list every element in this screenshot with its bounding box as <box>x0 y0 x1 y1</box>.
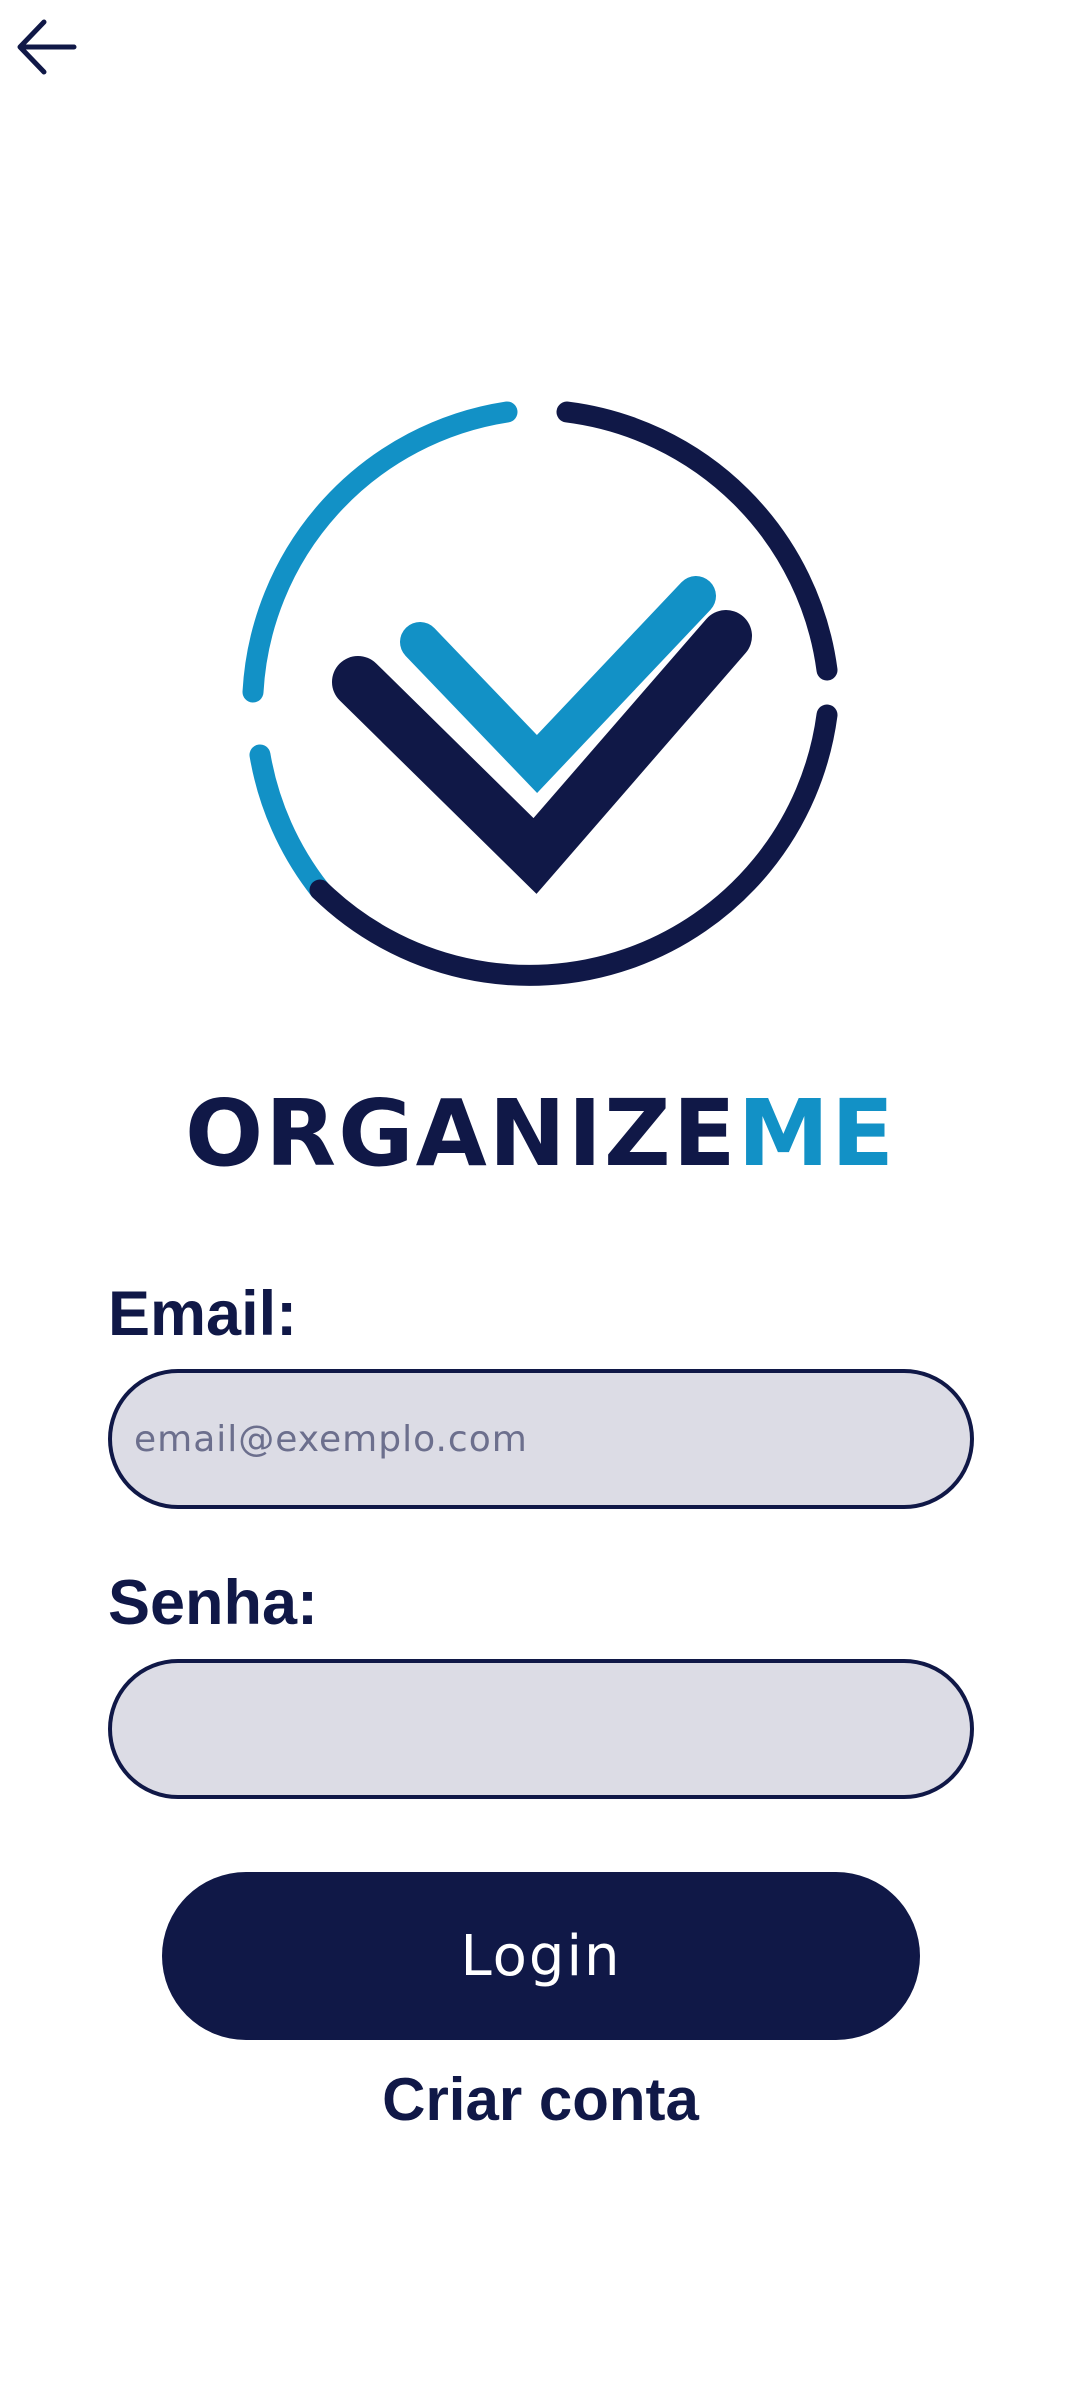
checkmark-circle-logo-icon <box>242 401 838 986</box>
app-logo <box>230 390 850 1010</box>
brand-name-part2: ME <box>737 1080 896 1187</box>
app-brand-name: ORGANIZEME <box>0 1088 1081 1180</box>
password-field[interactable] <box>108 1659 974 1799</box>
login-button[interactable]: Login <box>162 1872 920 2040</box>
create-account-link[interactable]: Criar conta <box>0 2070 1081 2130</box>
email-label: Email: <box>108 1279 298 1349</box>
brand-name-part1: ORGANIZE <box>185 1080 738 1187</box>
back-button[interactable] <box>12 14 82 84</box>
arrow-left-icon <box>12 12 82 87</box>
email-field[interactable] <box>108 1369 974 1509</box>
password-label: Senha: <box>108 1568 319 1638</box>
